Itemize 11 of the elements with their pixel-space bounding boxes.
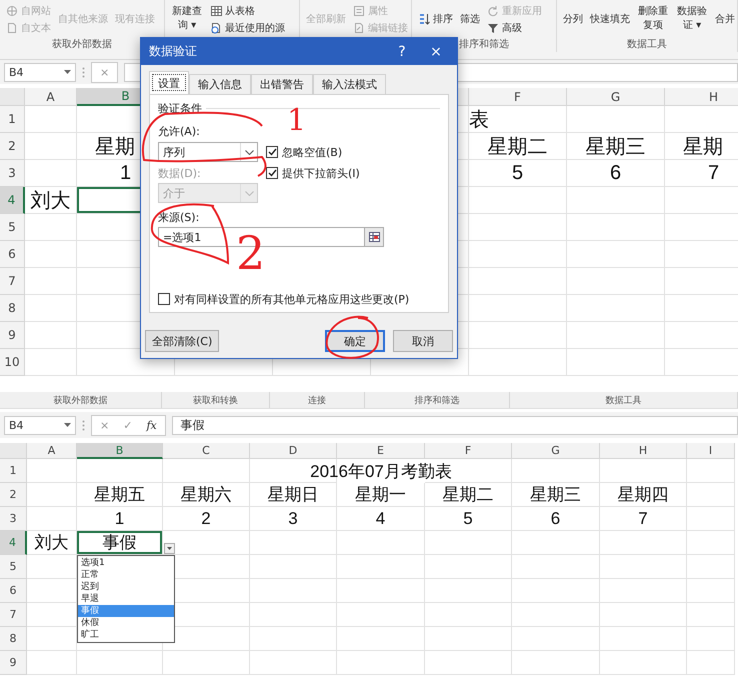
group-label: 连接 (270, 392, 365, 408)
group-label: 获取和转换 (162, 392, 270, 408)
group-label: 获取外部数据 (0, 392, 162, 408)
group-label: 数据工具 (510, 392, 738, 408)
dialog-title: 数据验证 (149, 43, 198, 60)
field-label: 来源(S): (158, 211, 200, 225)
group-label: 排序和筛选 (459, 38, 509, 52)
group-label: 数据工具 (627, 38, 667, 52)
hand-drawn-number: 1 (287, 106, 306, 136)
group-label: 排序和筛选 (365, 392, 510, 408)
group-label: 获取外部数据 (52, 38, 112, 52)
